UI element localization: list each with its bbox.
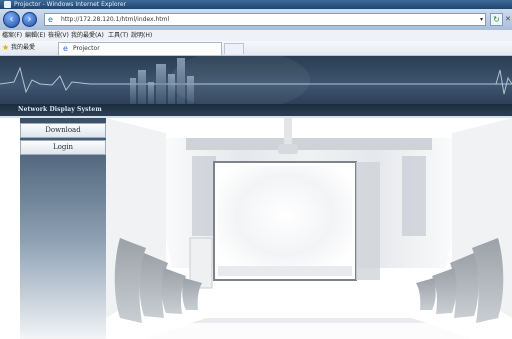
address-bar[interactable]: e http://172.28.120.1/html/index.html ▾ <box>44 13 486 26</box>
menu-view[interactable]: 檢視(V) <box>48 30 69 41</box>
sidebar: Download Login <box>20 118 106 339</box>
navigation-bar: ‹ › e http://172.28.120.1/html/index.htm… <box>0 9 512 30</box>
forward-icon[interactable]: › <box>22 12 37 27</box>
header-banner <box>0 56 512 104</box>
ie-window-icon <box>4 1 11 8</box>
window-title-bar: Projector - Windows Internet Explorer <box>0 0 512 9</box>
ie-page-icon: e <box>63 44 68 53</box>
menu-tools[interactable]: 工具(T) <box>108 30 128 41</box>
system-title-bar: Network Display System <box>0 104 512 118</box>
new-tab-button[interactable] <box>224 43 244 54</box>
stop-icon[interactable]: ✕ <box>505 13 511 26</box>
ie-page-icon: e <box>48 15 53 24</box>
main-content <box>106 118 512 339</box>
window-title: Projector - Windows Internet Explorer <box>14 1 127 8</box>
refresh-icon[interactable]: ↻ <box>490 13 503 26</box>
sidebar-item-login[interactable]: Login <box>20 140 106 155</box>
address-url[interactable]: http://172.28.120.1/html/index.html <box>61 14 169 25</box>
tab-projector[interactable]: e Projector <box>58 42 222 55</box>
system-title: Network Display System <box>18 106 102 113</box>
back-icon[interactable]: ‹ <box>3 11 20 28</box>
chevron-down-icon[interactable]: ▾ <box>480 14 483 25</box>
favorites-star-icon[interactable]: ★ <box>2 43 9 53</box>
banner-graphic <box>0 56 512 104</box>
menu-help[interactable]: 說明(H) <box>131 30 152 41</box>
menu-favorites[interactable]: 我的最愛(A) <box>71 30 104 41</box>
conference-room-illustration <box>106 118 512 339</box>
favorites-bar: ★ 我的最愛 e Projector <box>0 41 512 56</box>
tab-title: Projector <box>73 45 100 52</box>
menu-edit[interactable]: 編輯(E) <box>25 30 45 41</box>
favorites-label[interactable]: 我的最愛 <box>11 41 35 55</box>
menu-file[interactable]: 檔案(F) <box>2 30 22 41</box>
sidebar-item-download[interactable]: Download <box>20 123 106 138</box>
